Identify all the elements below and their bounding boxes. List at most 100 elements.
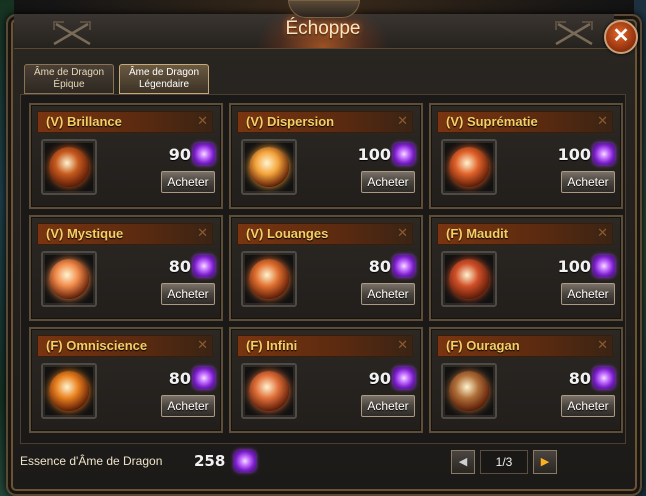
tab-legendary[interactable]: Âme de Dragon Légendaire: [119, 64, 209, 94]
next-page-button[interactable]: ▶: [533, 450, 557, 474]
dragon-soul-orb-icon: [449, 259, 489, 299]
item-slot[interactable]: [441, 251, 497, 307]
item-name: (F) Ouragan: [446, 338, 520, 353]
header-decor-icon: ✕: [197, 225, 208, 240]
buy-button[interactable]: Acheter: [361, 171, 415, 193]
buy-button[interactable]: Acheter: [361, 395, 415, 417]
dragon-soul-orb-icon: [249, 147, 289, 187]
header-decor-icon: ✕: [597, 337, 608, 352]
essence-label: Essence d'Âme de Dragon: [20, 454, 163, 468]
buy-button[interactable]: Acheter: [561, 395, 615, 417]
tab-label-line2: Épique: [53, 79, 85, 90]
footer-bar: Essence d'Âme de Dragon 258 ◀ 1/3 ▶: [20, 446, 624, 480]
essence-balance: 258: [194, 452, 226, 470]
shop-item-card: (F) Infini ✕ 90 Acheter: [229, 327, 423, 433]
card-header: (V) Mystique ✕: [37, 223, 213, 245]
card-header: (V) Dispersion ✕: [237, 111, 413, 133]
crossed-swords-icon: [50, 20, 94, 48]
shop-item-card: (F) Maudit ✕ 100 Acheter: [429, 215, 623, 321]
item-slot[interactable]: [441, 139, 497, 195]
shop-item-card: (F) Omniscience ✕ 80 Acheter: [29, 327, 223, 433]
crossed-swords-icon: [552, 20, 596, 48]
item-price: 80: [168, 369, 191, 388]
purple-gem-icon: [593, 255, 615, 277]
item-slot[interactable]: [41, 251, 97, 307]
buy-button[interactable]: Acheter: [161, 283, 215, 305]
page-indicator: 1/3: [480, 450, 528, 474]
item-grid: (V) Brillance ✕ 90 Acheter (V) Dispersio…: [20, 94, 626, 444]
tab-label-line2: Légendaire: [138, 79, 190, 90]
purple-gem-icon: [393, 255, 415, 277]
item-slot[interactable]: [241, 251, 297, 307]
shop-item-card: (V) Dispersion ✕ 100 Acheter: [229, 103, 423, 209]
close-icon[interactable]: ✕: [604, 20, 638, 54]
purple-gem-icon: [393, 143, 415, 165]
shop-item-card: (V) Mystique ✕ 80 Acheter: [29, 215, 223, 321]
header-decor-icon: ✕: [397, 225, 408, 240]
item-name: (F) Maudit: [446, 226, 509, 241]
purple-gem-icon: [193, 255, 215, 277]
tab-label-line1: Âme de Dragon: [33, 67, 105, 78]
buy-button[interactable]: Acheter: [161, 171, 215, 193]
item-name: (F) Infini: [246, 338, 298, 353]
purple-gem-icon: [234, 450, 256, 472]
card-header: (F) Omniscience ✕: [37, 335, 213, 357]
item-slot[interactable]: [41, 139, 97, 195]
item-price: 80: [368, 257, 391, 276]
header-decor-icon: ✕: [597, 113, 608, 128]
dragon-soul-orb-icon: [249, 371, 289, 411]
item-price: 80: [568, 369, 591, 388]
item-name: (V) Louanges: [246, 226, 329, 241]
header-decor-icon: ✕: [397, 113, 408, 128]
buy-button[interactable]: Acheter: [561, 283, 615, 305]
card-header: (V) Brillance ✕: [37, 111, 213, 133]
shop-item-card: (V) Suprématie ✕ 100 Acheter: [429, 103, 623, 209]
header-decor-icon: ✕: [597, 225, 608, 240]
item-slot[interactable]: [41, 363, 97, 419]
tab-label-line1: Âme de Dragon: [128, 67, 200, 78]
buy-button[interactable]: Acheter: [561, 171, 615, 193]
card-header: (F) Ouragan ✕: [437, 335, 613, 357]
dragon-soul-orb-icon: [49, 259, 89, 299]
item-price: 90: [368, 369, 391, 388]
buy-button[interactable]: Acheter: [361, 283, 415, 305]
dragon-soul-orb-icon: [449, 371, 489, 411]
item-name: (V) Mystique: [46, 226, 124, 241]
dragon-soul-orb-icon: [49, 147, 89, 187]
crest-ornament: [288, 0, 360, 18]
dragon-soul-orb-icon: [49, 371, 89, 411]
item-price: 100: [557, 257, 591, 276]
purple-gem-icon: [193, 367, 215, 389]
purple-gem-icon: [393, 367, 415, 389]
purple-gem-icon: [593, 367, 615, 389]
item-name: (V) Suprématie: [446, 114, 538, 129]
dragon-soul-orb-icon: [449, 147, 489, 187]
previous-page-button[interactable]: ◀: [451, 450, 475, 474]
card-header: (V) Louanges ✕: [237, 223, 413, 245]
item-price: 90: [168, 145, 191, 164]
item-name: (V) Brillance: [46, 114, 122, 129]
shop-item-card: (V) Brillance ✕ 90 Acheter: [29, 103, 223, 209]
card-header: (F) Infini ✕: [237, 335, 413, 357]
header-decor-icon: ✕: [197, 337, 208, 352]
item-slot[interactable]: [241, 139, 297, 195]
tab-epic[interactable]: Âme de Dragon Épique: [24, 64, 114, 94]
item-slot[interactable]: [241, 363, 297, 419]
card-header: (F) Maudit ✕: [437, 223, 613, 245]
purple-gem-icon: [593, 143, 615, 165]
dragon-soul-orb-icon: [249, 259, 289, 299]
header-decor-icon: ✕: [397, 337, 408, 352]
shop-item-card: (F) Ouragan ✕ 80 Acheter: [429, 327, 623, 433]
shop-item-card: (V) Louanges ✕ 80 Acheter: [229, 215, 423, 321]
card-header: (V) Suprématie ✕: [437, 111, 613, 133]
item-price: 100: [357, 145, 391, 164]
purple-gem-icon: [193, 143, 215, 165]
buy-button[interactable]: Acheter: [161, 395, 215, 417]
item-name: (F) Omniscience: [46, 338, 148, 353]
item-price: 100: [557, 145, 591, 164]
item-name: (V) Dispersion: [246, 114, 335, 129]
window-title: Échoppe: [285, 18, 361, 39]
header-decor-icon: ✕: [197, 113, 208, 128]
item-price: 80: [168, 257, 191, 276]
item-slot[interactable]: [441, 363, 497, 419]
